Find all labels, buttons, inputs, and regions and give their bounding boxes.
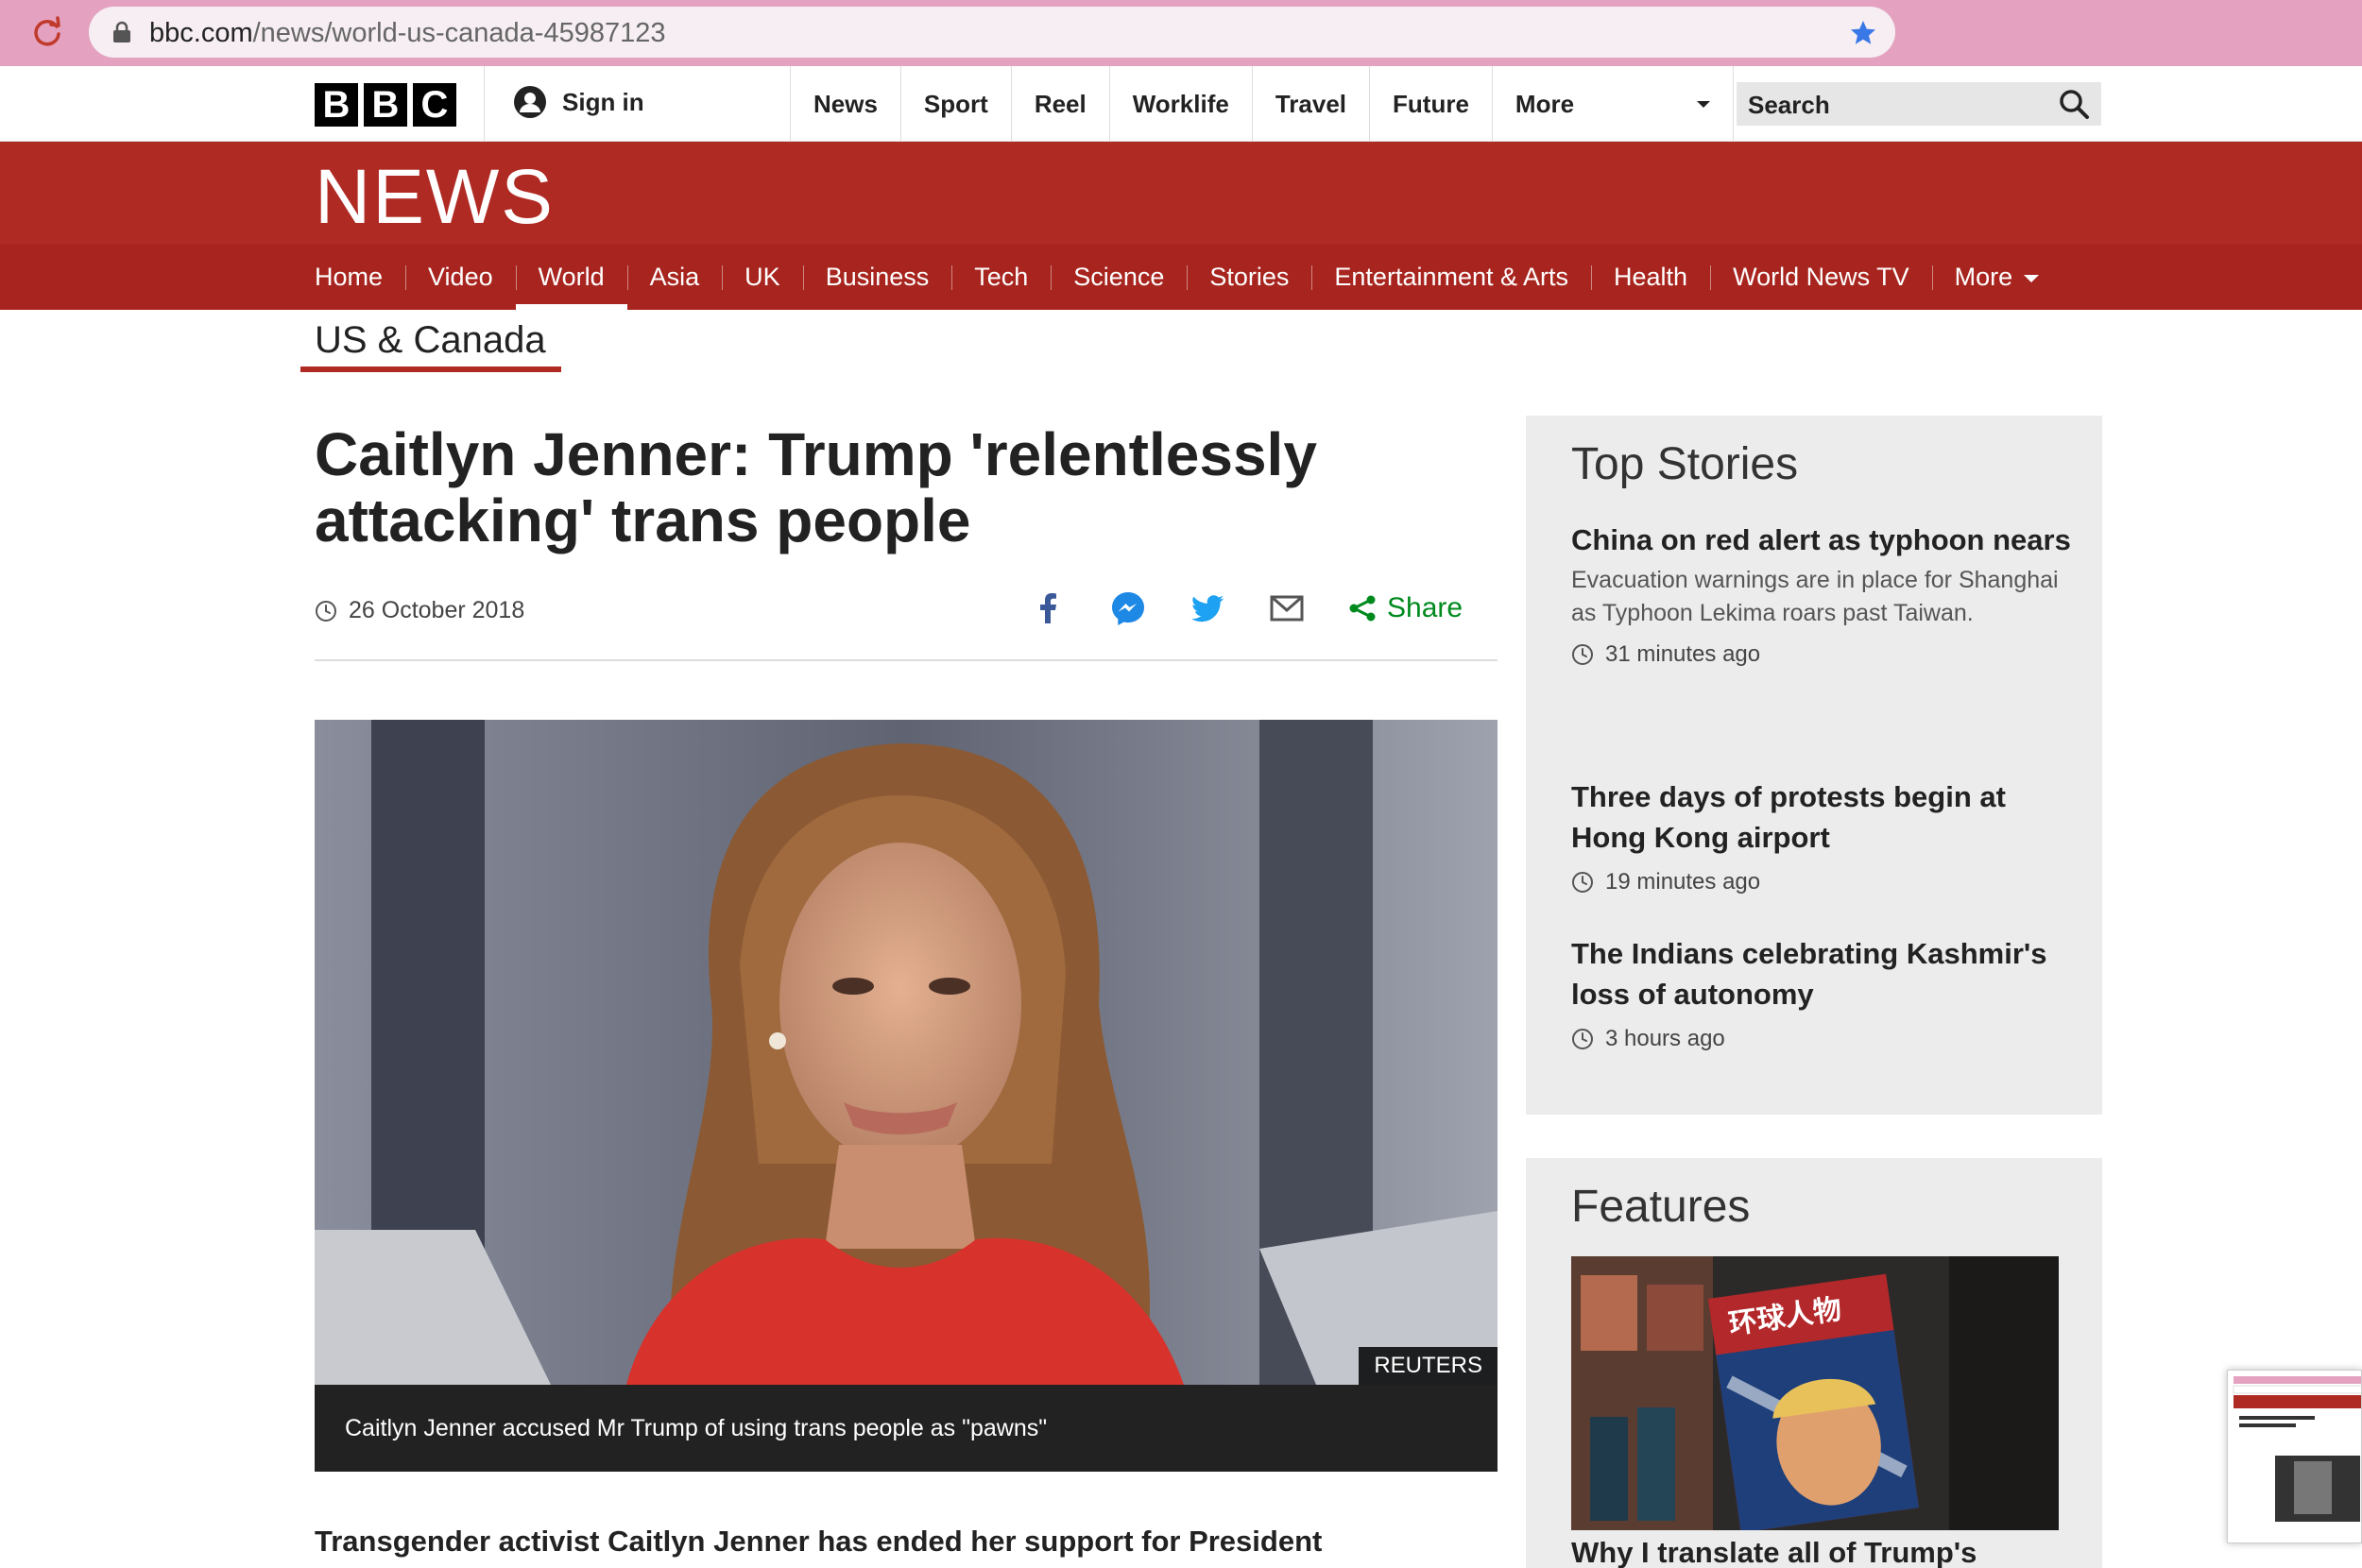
tab-entertainment-arts[interactable]: Entertainment & Arts [1311, 244, 1591, 310]
search-input[interactable]: Search [1737, 82, 2101, 126]
tab-uk[interactable]: UK [722, 244, 803, 310]
tab-tech[interactable]: Tech [951, 244, 1051, 310]
top-story-item[interactable]: China on red alert as typhoon nears Evac… [1571, 520, 2072, 668]
chevron-down-icon [1696, 101, 1710, 108]
subsection-title[interactable]: US & Canada [315, 319, 546, 362]
features-panel: Features 环球人物 Why I translate all of Tru… [1526, 1158, 2102, 1568]
feature-image[interactable]: 环球人物 [1571, 1256, 2059, 1530]
tab-science[interactable]: Science [1051, 244, 1187, 310]
email-icon[interactable] [1268, 589, 1306, 627]
url-text: bbc.com/news/world-us-canada-45987123 [149, 18, 666, 48]
search-placeholder: Search [1748, 91, 1830, 119]
image-credit: REUTERS [1359, 1347, 1498, 1385]
top-nav-sport[interactable]: Sport [899, 66, 1011, 142]
story-time: 3 hours ago [1571, 1026, 2072, 1052]
story-title[interactable]: China on red alert as typhoon nears [1571, 520, 2072, 560]
top-stories-panel: Top Stories China on red alert as typhoo… [1526, 416, 2102, 1115]
messenger-icon[interactable] [1109, 589, 1147, 627]
story-time: 19 minutes ago [1571, 869, 2072, 895]
bookmark-star-icon[interactable] [1848, 18, 1878, 48]
user-icon [514, 86, 546, 118]
sign-in-label: Sign in [562, 87, 644, 116]
tab-asia[interactable]: Asia [626, 244, 723, 310]
subsection-underline [300, 366, 561, 372]
search-icon[interactable] [2058, 88, 2090, 120]
tab-world-news-tv[interactable]: World News TV [1710, 244, 1932, 310]
top-story-item[interactable]: The Indians celebrating Kashmir's loss o… [1571, 933, 2072, 1052]
story-summary: Evacuation warnings are in place for Sha… [1571, 567, 2059, 626]
top-nav-reel[interactable]: Reel [1010, 66, 1109, 142]
article-hero-image[interactable]: REUTERS [315, 720, 1498, 1385]
lock-icon [113, 21, 130, 43]
story-time-text: 31 minutes ago [1605, 641, 1761, 667]
story-time-text: 19 minutes ago [1605, 869, 1761, 895]
tab-world[interactable]: World [515, 244, 627, 310]
divider [484, 66, 485, 142]
top-nav-worklife[interactable]: Worklife [1108, 66, 1252, 142]
thumbnail-preview [2228, 1371, 2361, 1542]
news-logo[interactable]: NEWS [315, 153, 555, 242]
portrait-photo [315, 720, 1498, 1385]
top-story-item[interactable]: Three days of protests begin at Hong Kon… [1571, 776, 2072, 895]
tab-home[interactable]: Home [315, 244, 405, 310]
image-caption: Caitlyn Jenner accused Mr Trump of using… [315, 1385, 1498, 1472]
story-title[interactable]: The Indians celebrating Kashmir's loss o… [1571, 933, 2072, 1014]
article-intro: Transgender activist Caitlyn Jenner has … [315, 1525, 1323, 1558]
magazine-photo: 环球人物 [1571, 1256, 2059, 1530]
tab-health[interactable]: Health [1591, 244, 1710, 310]
facebook-icon[interactable] [1030, 589, 1068, 627]
top-nav-news[interactable]: News [790, 66, 900, 142]
logo-letter: B [315, 83, 358, 127]
top-nav: News Sport Reel Worklife Travel Future M… [790, 66, 1734, 142]
story-time-text: 3 hours ago [1605, 1026, 1725, 1051]
section-nav: Home Video World Asia UK Business Tech S… [0, 244, 2362, 310]
news-banner: NEWS [0, 142, 2362, 244]
top-nav-more-label: More [1515, 90, 1575, 118]
tab-more-label: More [1954, 263, 2013, 291]
story-time: 31 minutes ago [1571, 641, 2072, 668]
top-nav-travel[interactable]: Travel [1251, 66, 1369, 142]
logo-letter: B [364, 83, 407, 127]
tab-business[interactable]: Business [802, 244, 952, 310]
share-label: Share [1387, 592, 1463, 623]
article-headline: Caitlyn Jenner: Trump 'relentlessly atta… [315, 420, 1317, 554]
sign-in-link[interactable]: Sign in [513, 85, 644, 119]
browser-toolbar: bbc.com/news/world-us-canada-45987123 [0, 0, 2362, 66]
article-date: 26 October 2018 [315, 597, 524, 624]
screenshot-thumbnail[interactable] [2227, 1370, 2362, 1543]
top-nav-more[interactable]: More [1491, 66, 1734, 142]
clock-icon [1572, 644, 1593, 665]
twitter-icon[interactable] [1189, 589, 1226, 627]
address-bar[interactable]: bbc.com/news/world-us-canada-45987123 [89, 7, 1895, 58]
chevron-down-icon [2024, 274, 2040, 282]
divider [315, 659, 1498, 661]
clock-icon [316, 600, 336, 622]
share-icon [1349, 595, 1376, 622]
top-nav-future[interactable]: Future [1369, 66, 1492, 142]
feature-title[interactable]: Why I translate all of Trump's [1571, 1536, 1977, 1568]
tab-stories[interactable]: Stories [1187, 244, 1311, 310]
share-bar: Share [1030, 589, 1463, 627]
story-title[interactable]: Three days of protests begin at Hong Kon… [1571, 776, 2072, 858]
logo-letter: C [413, 83, 456, 127]
bbc-masthead: B B C Sign in News Sport Reel Worklife T… [0, 66, 2362, 142]
tab-more[interactable]: More [1931, 244, 2062, 310]
bbc-logo[interactable]: B B C [315, 83, 456, 127]
clock-icon [1572, 872, 1593, 893]
features-heading: Features [1571, 1182, 1751, 1232]
tab-video[interactable]: Video [405, 244, 516, 310]
clock-icon [1572, 1029, 1593, 1049]
share-button[interactable]: Share [1347, 592, 1463, 624]
date-text: 26 October 2018 [349, 597, 525, 623]
top-stories-heading: Top Stories [1571, 439, 1799, 489]
reload-icon[interactable] [30, 15, 64, 49]
